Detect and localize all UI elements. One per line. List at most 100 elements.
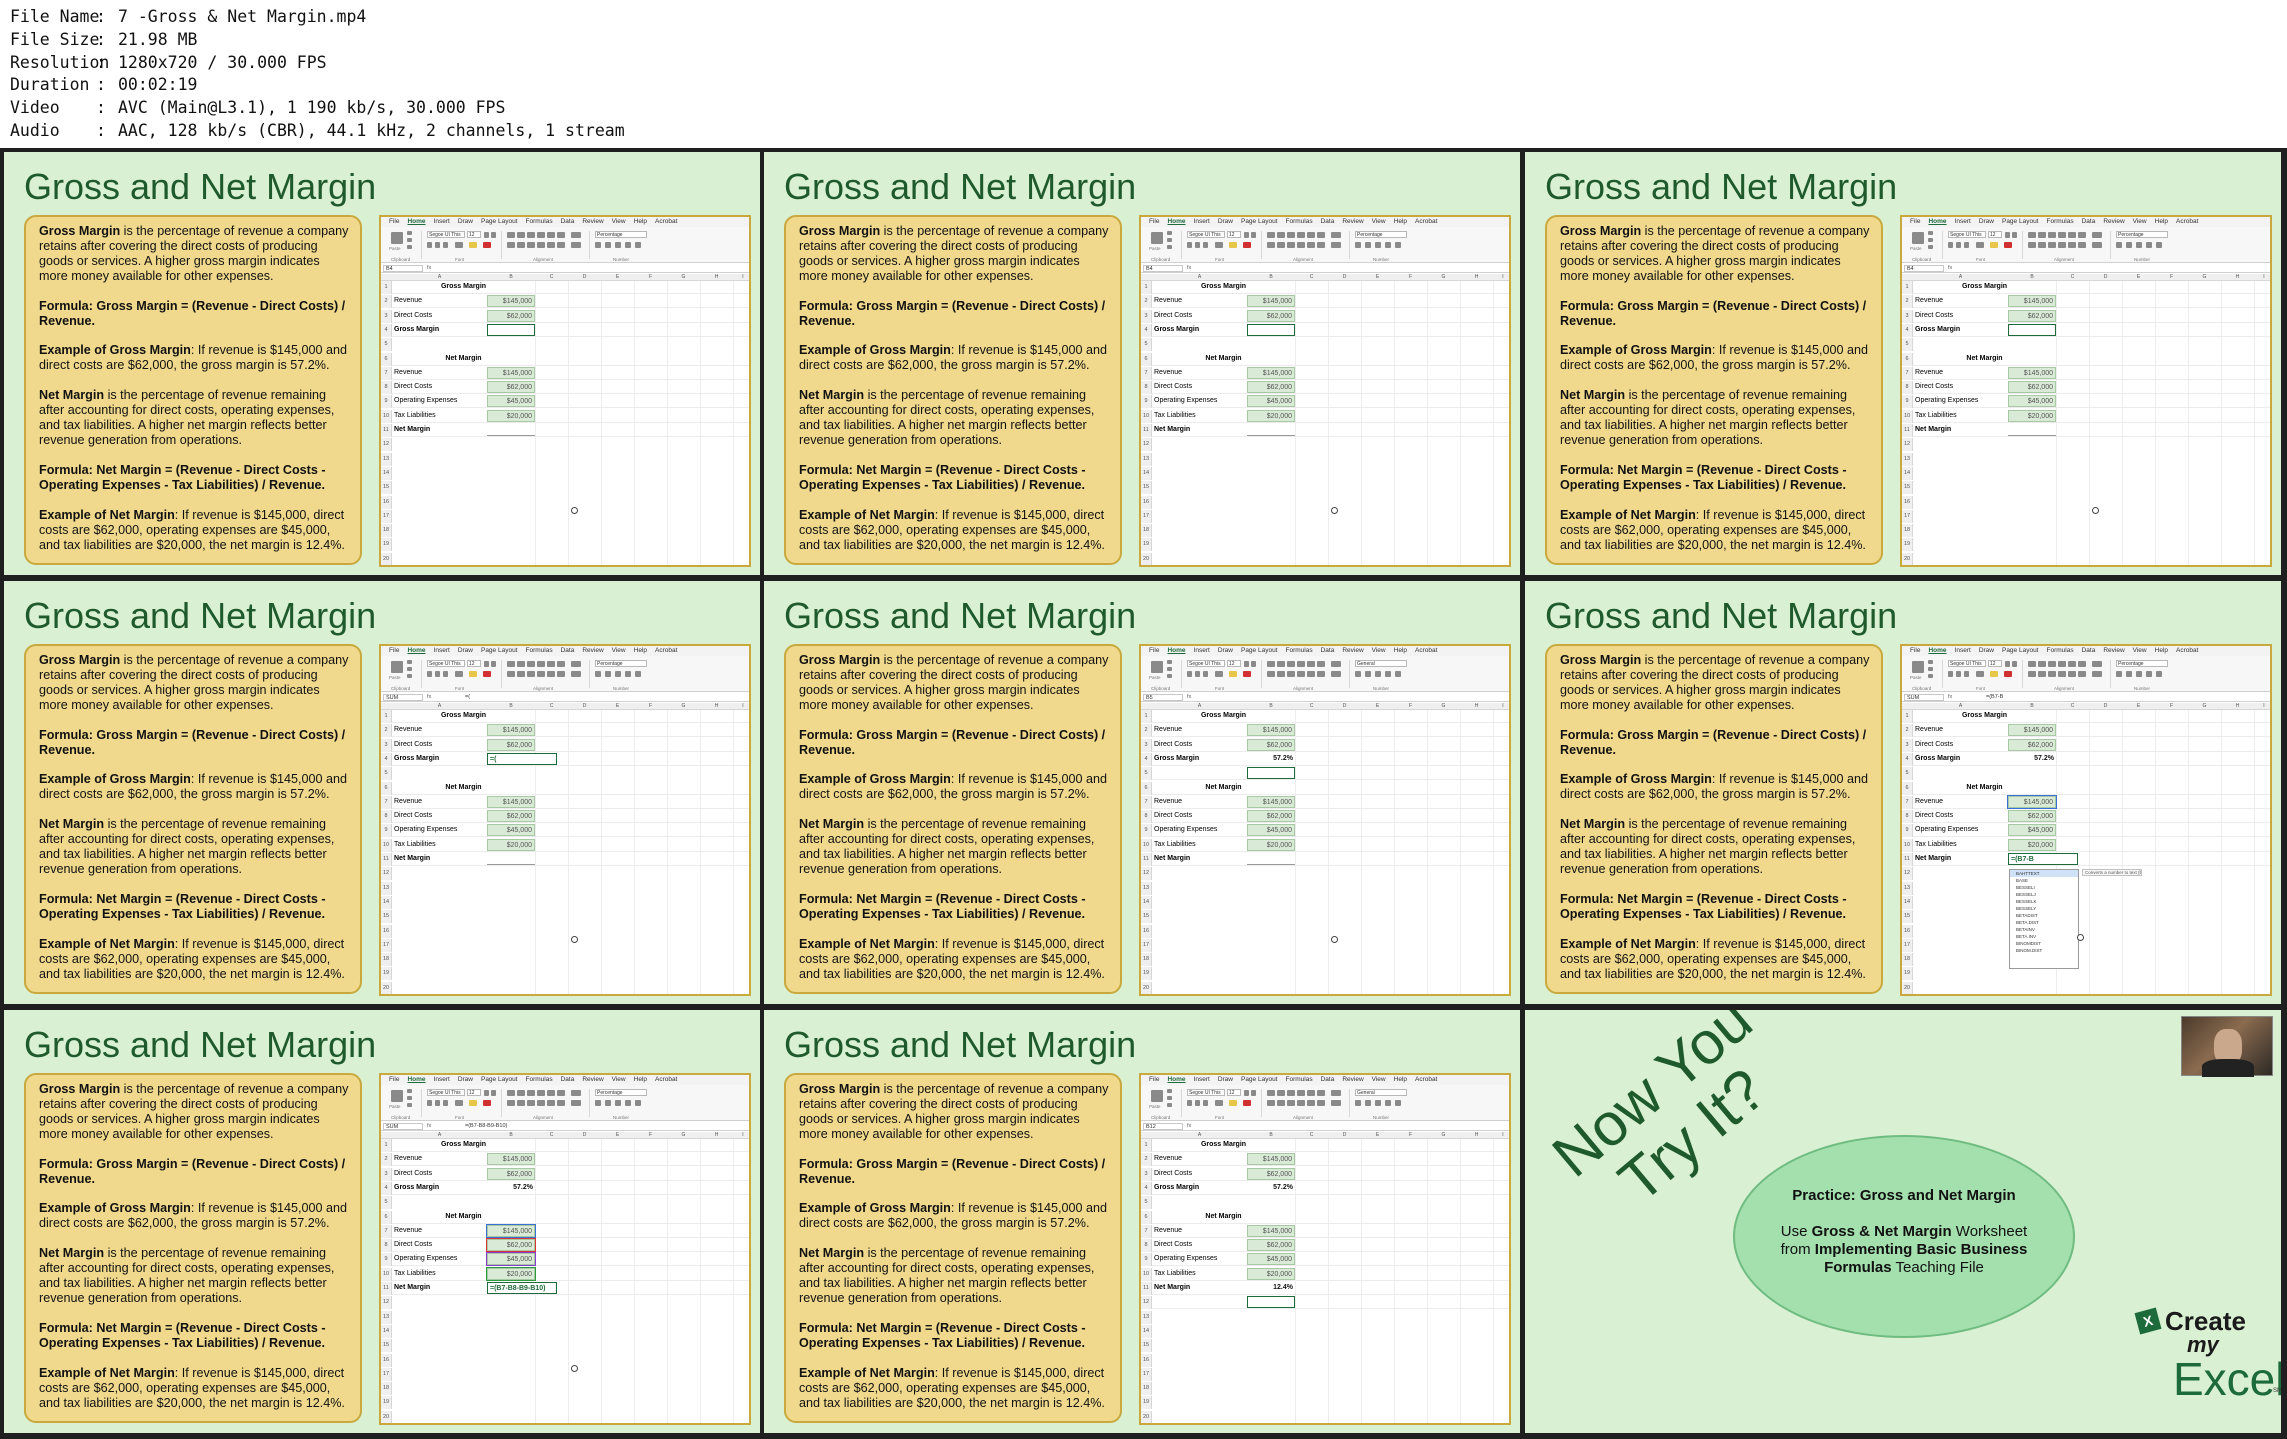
align-icon[interactable] [1307,1090,1315,1096]
row-header[interactable]: 19 [1902,967,1913,981]
ribbon-tab[interactable]: File [1149,646,1159,656]
ribbon-tab[interactable]: Acrobat [655,646,677,656]
revenue-label[interactable]: Revenue [1913,724,2008,736]
gross-margin-label[interactable]: Gross Margin [1152,324,1247,336]
align-icon[interactable] [1287,671,1295,677]
align-icon[interactable] [2038,232,2046,238]
row-header[interactable]: 12 [1902,867,1913,881]
column-header[interactable]: C [1295,1132,1328,1139]
ribbon-tab[interactable]: Review [1342,646,1363,656]
ribbon-tab[interactable]: Page Layout [481,217,518,227]
align-icon[interactable] [517,661,525,667]
ribbon-tab[interactable]: Help [1394,217,1407,227]
cut-icon[interactable] [407,660,412,664]
copy-icon[interactable] [407,238,412,242]
row-header[interactable]: 14 [1902,466,1913,480]
autocomplete-item[interactable]: BINOM.DIST [2010,947,2078,954]
font-name-select[interactable]: Segoe UI This [1187,1089,1225,1096]
font-size-select[interactable]: 12 [1227,660,1241,667]
revenue-value[interactable]: $145,000 [487,724,535,737]
format-painter-icon[interactable] [1167,245,1172,249]
ribbon-tab[interactable]: Formulas [2047,646,2074,656]
number-format-icon[interactable] [595,242,601,248]
align-icon[interactable] [2078,661,2086,667]
ribbon-tab[interactable]: Draw [1218,646,1233,656]
number-format-icon[interactable] [1395,1100,1401,1106]
video-thumbnail[interactable]: Gross and Net Margin Gross Margin is the … [4,152,760,575]
align-icon[interactable] [1267,671,1275,677]
align-icon[interactable] [1277,1100,1285,1106]
row-header[interactable]: 19 [381,538,392,552]
row-header[interactable]: 6 [381,352,392,366]
revenue-label[interactable]: Revenue [392,1225,487,1237]
net-margin-cell[interactable]: 12.4% [1247,1282,1295,1294]
tax-liabilities-label[interactable]: Tax Liabilities [392,1268,487,1280]
row-header[interactable]: 9 [1141,824,1152,838]
gross-margin-cell[interactable]: 57.2% [2008,753,2056,765]
ribbon-tab[interactable]: Insert [1955,217,1971,227]
row-header[interactable]: 6 [1902,352,1913,366]
row-header[interactable]: 20 [381,981,392,994]
gross-margin-label[interactable]: Gross Margin [1913,753,2008,765]
align-icon[interactable] [2038,242,2046,248]
underline-icon[interactable] [443,242,448,248]
align-icon[interactable] [527,1090,535,1096]
operating-expenses-value[interactable]: $45,000 [1247,395,1295,408]
row-header[interactable]: 5 [1902,767,1913,781]
operating-expenses-value[interactable]: $45,000 [487,395,535,408]
column-header[interactable]: B [2008,274,2056,281]
fill-color-icon[interactable] [469,242,477,248]
ribbon-tab[interactable]: Draw [1979,646,1994,656]
column-header[interactable]: H [700,703,733,710]
align-icon[interactable] [2058,242,2066,248]
row-header[interactable]: 14 [381,1324,392,1338]
ribbon-tab[interactable]: Acrobat [655,217,677,227]
align-icon[interactable] [507,671,515,677]
ribbon-tab[interactable]: Page Layout [1241,1075,1278,1085]
paste-icon[interactable] [391,1090,403,1102]
column-header[interactable]: E [1361,1132,1394,1139]
operating-expenses-value[interactable]: $45,000 [1247,824,1295,837]
align-icon[interactable] [527,1100,535,1106]
font-color-icon[interactable] [2004,242,2012,248]
fx-icon[interactable]: fx [427,264,431,273]
autocomplete-item[interactable]: BESSELJ [2010,891,2078,898]
column-header[interactable]: F [634,1132,667,1139]
align-icon[interactable] [557,661,565,667]
column-header[interactable]: A [392,274,487,281]
column-header[interactable]: G [667,1132,700,1139]
ribbon-tab[interactable]: Home [407,646,425,656]
ribbon-tab[interactable]: Acrobat [1415,646,1437,656]
underline-icon[interactable] [1203,242,1208,248]
row-header[interactable]: 7 [1141,366,1152,380]
ribbon-tab[interactable]: File [1910,646,1920,656]
number-format-icon[interactable] [1395,671,1401,677]
fx-icon[interactable]: fx [427,1122,431,1131]
tax-liabilities-label[interactable]: Tax Liabilities [392,839,487,851]
row-header[interactable]: 14 [1141,1324,1152,1338]
italic-icon[interactable] [1195,1100,1200,1106]
revenue-label[interactable]: Revenue [1152,1225,1247,1237]
align-icon[interactable] [1277,1090,1285,1096]
row-header[interactable]: 16 [381,495,392,509]
revenue-value[interactable]: $145,000 [2008,295,2056,308]
font-size-select[interactable]: 12 [467,660,481,667]
direct-costs-value[interactable]: $62,000 [1247,810,1295,823]
align-icon[interactable] [517,1090,525,1096]
row-header[interactable]: 1 [381,1139,392,1152]
format-painter-icon[interactable] [1928,245,1933,249]
number-format-icon[interactable] [615,242,621,248]
cut-icon[interactable] [407,231,412,235]
column-header[interactable]: F [1394,703,1427,710]
align-icon[interactable] [507,242,515,248]
borders-icon[interactable] [455,242,463,248]
autocomplete-item[interactable]: BESSELK [2010,898,2078,905]
ribbon-tab[interactable]: Home [1167,1075,1185,1085]
gross-margin-cell[interactable]: =( [487,752,557,765]
row-header[interactable]: 18 [1902,953,1913,967]
number-format-icon[interactable] [635,1100,641,1106]
column-header[interactable]: B [1247,1132,1295,1139]
paste-icon[interactable] [391,661,403,673]
row-header[interactable]: 19 [1902,538,1913,552]
align-icon[interactable] [2058,661,2066,667]
